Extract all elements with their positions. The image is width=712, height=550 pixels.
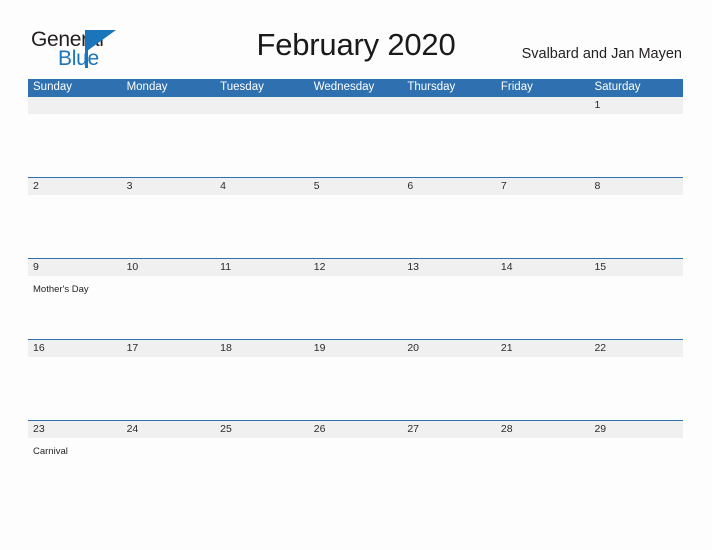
day-number[interactable]: 1 <box>589 97 683 114</box>
day-cell[interactable] <box>122 276 216 340</box>
week-date-band: 23 24 25 26 27 28 29 <box>28 421 683 438</box>
calendar-grid: Sunday Monday Tuesday Wednesday Thursday… <box>28 79 683 502</box>
day-cell[interactable] <box>309 438 403 502</box>
day-number[interactable]: 15 <box>589 259 683 276</box>
day-number[interactable]: 13 <box>402 259 496 276</box>
day-cell[interactable] <box>122 114 216 178</box>
day-cell[interactable] <box>309 114 403 178</box>
day-number[interactable]: 5 <box>309 178 403 195</box>
day-cell[interactable] <box>589 357 683 421</box>
event-label: Carnival <box>33 446 68 457</box>
day-cell[interactable] <box>122 357 216 421</box>
day-number[interactable]: 4 <box>215 178 309 195</box>
day-number[interactable]: 3 <box>122 178 216 195</box>
week-event-band: Mother's Day <box>28 276 683 340</box>
day-cell[interactable] <box>28 357 122 421</box>
week-date-band: 16 17 18 19 20 21 22 <box>28 340 683 357</box>
day-number[interactable]: 11 <box>215 259 309 276</box>
day-cell[interactable] <box>402 114 496 178</box>
day-cell[interactable] <box>402 195 496 259</box>
day-cell[interactable] <box>215 114 309 178</box>
day-number[interactable]: 10 <box>122 259 216 276</box>
day-number[interactable]: 9 <box>28 259 122 276</box>
day-number[interactable] <box>122 97 216 114</box>
week-row: 2 3 4 5 6 7 8 <box>28 177 683 259</box>
day-cell[interactable] <box>402 438 496 502</box>
page-header: General Blue February 2020 Svalbard and … <box>0 0 712 79</box>
day-cell[interactable]: Mother's Day <box>28 276 122 340</box>
day-number[interactable] <box>496 97 590 114</box>
week-row: 23 24 25 26 27 28 29 Carnival <box>28 420 683 502</box>
day-number[interactable]: 2 <box>28 178 122 195</box>
day-cell[interactable] <box>589 114 683 178</box>
day-number[interactable] <box>402 97 496 114</box>
day-number[interactable]: 22 <box>589 340 683 357</box>
day-number[interactable]: 28 <box>496 421 590 438</box>
day-cell[interactable] <box>215 357 309 421</box>
event-label: Mother's Day <box>33 284 89 295</box>
day-cell[interactable] <box>402 276 496 340</box>
day-cell[interactable] <box>496 195 590 259</box>
day-cell[interactable] <box>589 438 683 502</box>
day-number[interactable]: 25 <box>215 421 309 438</box>
week-row: 1 <box>28 96 683 178</box>
day-number[interactable]: 19 <box>309 340 403 357</box>
day-cell[interactable] <box>28 195 122 259</box>
week-date-band: 2 3 4 5 6 7 8 <box>28 178 683 195</box>
day-number[interactable]: 8 <box>589 178 683 195</box>
week-event-band <box>28 114 683 178</box>
day-number[interactable]: 16 <box>28 340 122 357</box>
day-cell[interactable] <box>589 195 683 259</box>
day-number[interactable]: 7 <box>496 178 590 195</box>
day-cell[interactable] <box>122 438 216 502</box>
day-cell[interactable] <box>28 114 122 178</box>
day-number[interactable]: 14 <box>496 259 590 276</box>
day-number[interactable]: 18 <box>215 340 309 357</box>
weekday-header-wednesday: Wednesday <box>313 81 375 93</box>
weekday-header-row: Sunday Monday Tuesday Wednesday Thursday… <box>28 79 683 96</box>
day-cell[interactable]: Carnival <box>28 438 122 502</box>
day-cell[interactable] <box>589 276 683 340</box>
week-row: 9 10 11 12 13 14 15 Mother's Day <box>28 258 683 340</box>
day-number[interactable] <box>28 97 122 114</box>
weekday-header-monday: Monday <box>126 81 168 93</box>
week-row: 16 17 18 19 20 21 22 <box>28 339 683 421</box>
day-cell[interactable] <box>309 276 403 340</box>
day-cell[interactable] <box>309 357 403 421</box>
week-event-band: Carnival <box>28 438 683 502</box>
region-label: Svalbard and Jan Mayen <box>521 46 682 62</box>
day-number[interactable]: 17 <box>122 340 216 357</box>
week-date-band: 9 10 11 12 13 14 15 <box>28 259 683 276</box>
day-cell[interactable] <box>496 438 590 502</box>
day-number[interactable]: 24 <box>122 421 216 438</box>
day-cell[interactable] <box>496 276 590 340</box>
day-cell[interactable] <box>215 438 309 502</box>
day-cell[interactable] <box>215 276 309 340</box>
day-cell[interactable] <box>402 357 496 421</box>
day-cell[interactable] <box>309 195 403 259</box>
weekday-header-sunday: Sunday <box>33 81 73 93</box>
week-date-band: 1 <box>28 97 683 114</box>
day-number[interactable] <box>215 97 309 114</box>
day-number[interactable]: 20 <box>402 340 496 357</box>
day-number[interactable] <box>309 97 403 114</box>
day-number[interactable]: 26 <box>309 421 403 438</box>
day-number[interactable]: 27 <box>402 421 496 438</box>
weekday-header-friday: Friday <box>500 81 533 93</box>
day-cell[interactable] <box>215 195 309 259</box>
day-number[interactable]: 12 <box>309 259 403 276</box>
weekday-header-thursday: Thursday <box>407 81 456 93</box>
day-number[interactable]: 6 <box>402 178 496 195</box>
day-cell[interactable] <box>496 114 590 178</box>
week-event-band <box>28 357 683 421</box>
day-number[interactable]: 21 <box>496 340 590 357</box>
day-cell[interactable] <box>122 195 216 259</box>
day-number[interactable]: 23 <box>28 421 122 438</box>
weekday-header-tuesday: Tuesday <box>220 81 264 93</box>
weekday-header-saturday: Saturday <box>594 81 641 93</box>
week-event-band <box>28 195 683 259</box>
day-number[interactable]: 29 <box>589 421 683 438</box>
day-cell[interactable] <box>496 357 590 421</box>
